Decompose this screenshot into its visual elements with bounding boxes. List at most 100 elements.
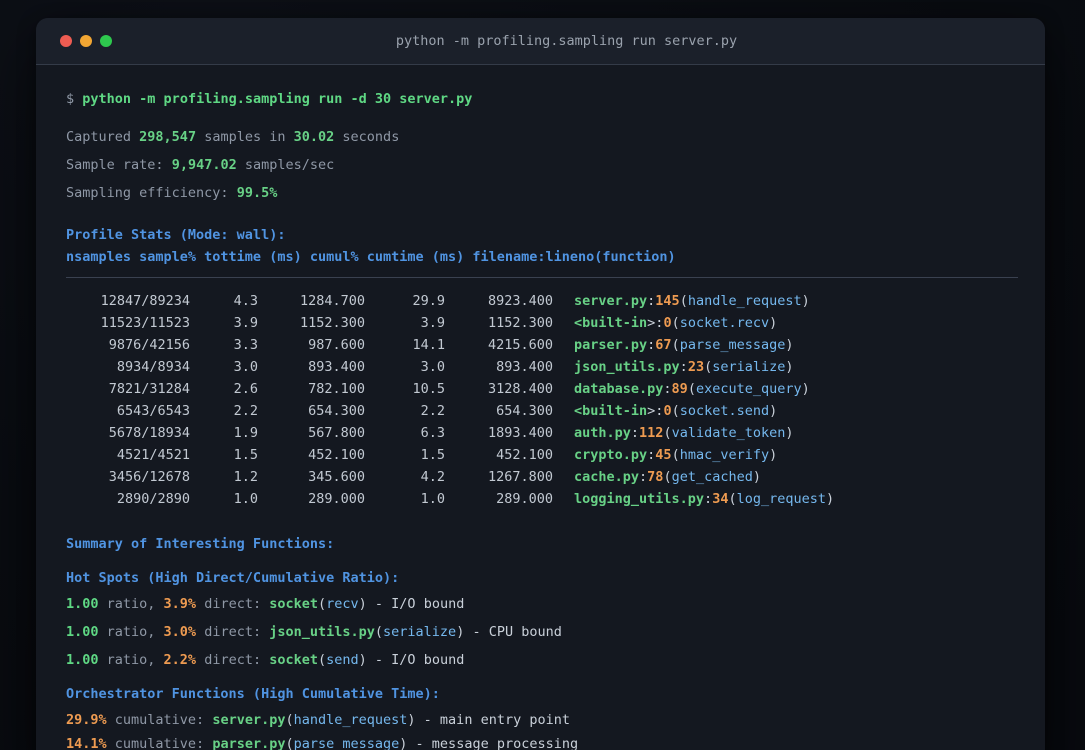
line-number: 23 bbox=[687, 359, 705, 375]
ratio-label: ratio, bbox=[98, 596, 164, 612]
stat-sample_pct: 1.2 bbox=[233, 469, 258, 485]
punctuation: : bbox=[704, 491, 713, 507]
filename: auth.py bbox=[574, 425, 631, 441]
cumulative-label: cumulative: bbox=[106, 736, 213, 750]
punctuation: : bbox=[639, 469, 648, 485]
desktop-background: python -m profiling.sampling run server.… bbox=[0, 0, 1085, 750]
function-name: socket.recv bbox=[679, 315, 770, 331]
punctuation: ( bbox=[663, 425, 672, 441]
punctuation: ( bbox=[704, 359, 713, 375]
punctuation: ( bbox=[679, 293, 688, 309]
stat-cumul_pct: 14.1 bbox=[412, 337, 445, 353]
stat-sample_pct: 2.6 bbox=[233, 381, 258, 397]
window-controls bbox=[60, 35, 112, 47]
table-row: 11523/11523 3.9 1152.300 3.9 1152.300 <built-… bbox=[66, 312, 1018, 334]
stat-sample_pct: 1.9 bbox=[233, 425, 258, 441]
stat-location: crypto.py:45(hmac_verify) bbox=[553, 444, 1018, 466]
stat-cumtime: 4215.600 bbox=[487, 337, 553, 353]
punctuation: ) bbox=[769, 447, 778, 463]
stat-cumtime: 1152.300 bbox=[487, 315, 553, 331]
punctuation: ( bbox=[318, 652, 327, 668]
minimize-button[interactable] bbox=[80, 35, 92, 47]
function-name: log_request bbox=[736, 491, 826, 507]
shell-prompt: $ bbox=[66, 91, 75, 107]
stat-nsamples: 3456/12678 bbox=[108, 469, 190, 485]
direct-percent: 2.2% bbox=[163, 652, 197, 668]
stat-tottime: 1152.300 bbox=[299, 315, 365, 331]
table-row: 6543/6543 2.2 654.300 2.2 654.300 <built-in>:… bbox=[66, 400, 1018, 422]
table-row: 7821/31284 2.6 782.100 10.5 3128.400 database… bbox=[66, 378, 1018, 400]
function-name: socket.send bbox=[679, 403, 770, 419]
table-row: 3456/12678 1.2 345.600 4.2 1267.800 cache.py:… bbox=[66, 466, 1018, 488]
orchestrators-list: 29.9% cumulative: server.py(handle_reque… bbox=[66, 710, 1018, 750]
filename: server.py bbox=[574, 293, 648, 309]
function-name: handle_request bbox=[293, 712, 408, 728]
profile-table-rows: 12847/89234 4.3 1284.700 29.9 8923.400 server… bbox=[66, 290, 1018, 510]
function-name: hmac_verify bbox=[679, 447, 770, 463]
window-titlebar[interactable]: python -m profiling.sampling run server.… bbox=[36, 18, 1045, 65]
table-row: 4521/4521 1.5 452.100 1.5 452.100 crypto.py:4… bbox=[66, 444, 1018, 466]
stat-nsamples: 8934/8934 bbox=[116, 359, 190, 375]
terminal-window: python -m profiling.sampling run server.… bbox=[36, 18, 1045, 750]
stat-sample_pct: 4.3 bbox=[233, 293, 258, 309]
table-divider bbox=[66, 277, 1018, 278]
line-number: 78 bbox=[647, 469, 664, 485]
stat-sample_pct: 3.0 bbox=[233, 359, 258, 375]
hot-spots-title: Hot Spots (High Direct/Cumulative Ratio)… bbox=[66, 570, 400, 586]
stat-cumul_pct: 29.9 bbox=[412, 293, 445, 309]
ratio-value: 1.00 bbox=[66, 624, 99, 640]
rate-label: Sample rate: bbox=[66, 157, 164, 173]
orchestrators-title: Orchestrator Functions (High Cumulative … bbox=[66, 686, 440, 702]
stat-cumul_pct: 3.0 bbox=[420, 359, 445, 375]
stat-cumul_pct: 4.2 bbox=[420, 469, 445, 485]
punctuation: ( bbox=[318, 596, 327, 612]
filename: socket bbox=[269, 652, 318, 668]
line-number: 0 bbox=[663, 315, 672, 331]
captured-line: Captured 298,547 samples in 30.02 second… bbox=[66, 127, 1018, 147]
stat-location: database.py:89(execute_query) bbox=[553, 378, 1018, 400]
line-number: 89 bbox=[671, 381, 688, 397]
filename: cache.py bbox=[574, 469, 640, 485]
rate-value: 9,947.02 bbox=[171, 157, 237, 173]
stat-sample_pct: 1.0 bbox=[233, 491, 258, 507]
stat-sample_pct: 1.5 bbox=[233, 447, 258, 463]
rate-unit: samples/sec bbox=[244, 157, 335, 173]
punctuation: ) bbox=[407, 712, 416, 728]
stat-nsamples: 11523/11523 bbox=[100, 315, 190, 331]
stat-cumul_pct: 2.2 bbox=[420, 403, 445, 419]
duration-value: 30.02 bbox=[293, 129, 335, 145]
filename: database.py bbox=[574, 381, 664, 397]
hot-spot-item: 1.00 ratio, 3.0% direct: json_utils.py(s… bbox=[66, 622, 1018, 642]
stat-cumtime: 1893.400 bbox=[487, 425, 553, 441]
punctuation: ( bbox=[285, 736, 294, 750]
close-button[interactable] bbox=[60, 35, 72, 47]
stat-sample_pct: 3.9 bbox=[233, 315, 258, 331]
direct-percent: 3.0% bbox=[163, 624, 197, 640]
function-name: send bbox=[326, 652, 359, 668]
line-number: 34 bbox=[712, 491, 729, 507]
stat-tottime: 654.300 bbox=[308, 403, 365, 419]
filename: json_utils.py bbox=[269, 624, 375, 640]
stat-nsamples: 7821/31284 bbox=[108, 381, 190, 397]
stat-cumtime: 654.300 bbox=[496, 403, 553, 419]
line-number: 112 bbox=[639, 425, 664, 441]
hot-spots-list: 1.00 ratio, 3.9% direct: socket(recv) - … bbox=[66, 594, 1018, 670]
zoom-button[interactable] bbox=[100, 35, 112, 47]
stat-nsamples: 6543/6543 bbox=[116, 403, 190, 419]
direct-label: direct: bbox=[196, 624, 270, 640]
function-name: handle_request bbox=[687, 293, 802, 309]
stat-tottime: 1284.700 bbox=[299, 293, 365, 309]
ratio-label: ratio, bbox=[98, 652, 164, 668]
stat-tottime: 782.100 bbox=[308, 381, 365, 397]
punctuation: ( bbox=[663, 469, 672, 485]
stat-cumtime: 893.400 bbox=[496, 359, 553, 375]
function-name: get_cached bbox=[671, 469, 753, 485]
filename: <built-in bbox=[574, 403, 648, 419]
stat-location: auth.py:112(validate_token) bbox=[553, 422, 1018, 444]
stat-tottime: 452.100 bbox=[308, 447, 365, 463]
captured-label: Captured bbox=[66, 129, 132, 145]
table-row: 9876/42156 3.3 987.600 14.1 4215.600 parser.p… bbox=[66, 334, 1018, 356]
punctuation: ) bbox=[769, 403, 778, 419]
terminal-body: $ python -m profiling.sampling run -d 30… bbox=[36, 65, 1045, 750]
line-number: 145 bbox=[655, 293, 680, 309]
